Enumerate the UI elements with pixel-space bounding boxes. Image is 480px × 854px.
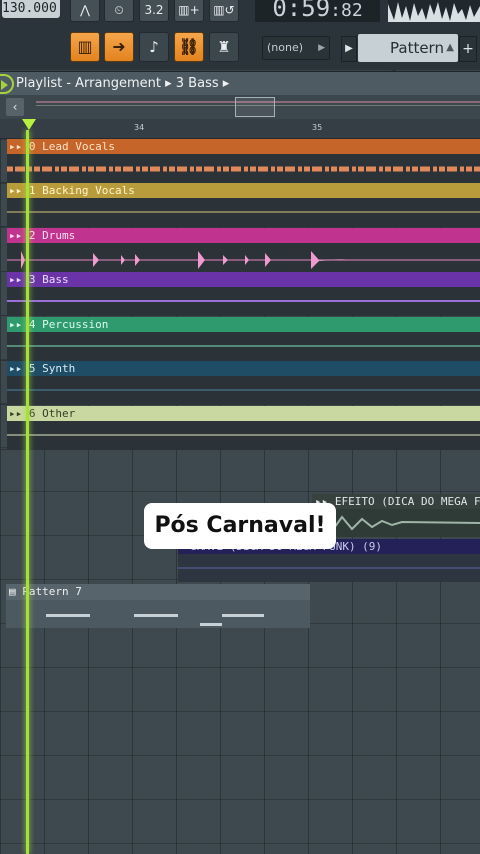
breadcrumb-item[interactable]: 3 Bass [176, 76, 219, 91]
audio-clip-body[interactable] [7, 332, 480, 361]
audio-clip-body[interactable] [7, 287, 480, 316]
arrow-right-icon[interactable]: ➜ [104, 32, 134, 62]
pattern-clip-body[interactable] [6, 600, 310, 628]
audio-clip-body[interactable] [7, 154, 480, 183]
pattern-note [200, 623, 222, 626]
clip-header[interactable]: ▸▸ 3 Bass [7, 272, 480, 287]
clip-header[interactable]: ▸▸ 2 Drums [7, 228, 480, 243]
clip-label: Pattern 7 [22, 585, 82, 598]
clip-label: EFEITO (DICA DO MEGA FUNK) [334, 495, 480, 508]
clip-header[interactable]: ▤ Pattern 7 [6, 584, 310, 600]
audio-clip-body[interactable] [7, 421, 480, 450]
track-lane[interactable]: ▸▸ 1 Backing Vocals [0, 183, 480, 227]
playlist-tracks[interactable]: ▸▸ 0 Lead Vocals ▸▸ 1 Backing Vocals ▸▸ … [0, 139, 480, 854]
clip-header[interactable]: ▸▸ 4 Percussion [7, 317, 480, 332]
video-caption: Pós Carnaval! [144, 503, 336, 549]
breadcrumb-arrow-icon: ▸ [165, 76, 172, 91]
audio-clip-body[interactable] [7, 198, 480, 227]
oscilloscope [388, 0, 480, 22]
main-toolbar: 130.000 ⋀ ⏲ 3.2 ▥+ ▥↺ 0:59:82 ▥ ➜ ♪ ⛓ ♜ … [0, 0, 480, 85]
clip-label: 0 Lead Vocals [28, 140, 115, 153]
clip-header[interactable]: ▸▸ 6 Other [7, 406, 480, 421]
clip-label: 4 Percussion [28, 318, 109, 331]
scroll-thumb[interactable] [235, 97, 275, 117]
clip-label: 1 Backing Vocals [28, 184, 135, 197]
pattern-note [222, 614, 264, 617]
brush-icon[interactable]: ♪ [139, 32, 169, 62]
playlist-header: Playlist - Arrangement ▸ 3 Bass ▸ [0, 71, 480, 95]
playlist-play-icon[interactable] [0, 74, 14, 94]
track-lane[interactable]: ▸▸ 0 Lead Vocals [0, 139, 480, 183]
pattern-stepper-icon: ▲ [446, 42, 454, 53]
audio-clip-body[interactable] [7, 376, 480, 405]
breadcrumb-arrow-icon: ▸ [222, 76, 230, 91]
tempo-display[interactable]: 130.000 [2, 0, 60, 18]
dropdown-arrow-icon: ▶ [318, 43, 325, 53]
audio-clip-body[interactable] [178, 554, 480, 582]
clip-label: 2 Drums [28, 229, 76, 242]
add-pattern-button[interactable]: + [459, 36, 477, 62]
track-lane[interactable]: ▸▸ 3 Bass [0, 272, 480, 316]
clip-label: 3 Bass [28, 273, 69, 286]
clip-header[interactable]: ▸▸ 1 Backing Vocals [7, 183, 480, 198]
tempo-tap-icon[interactable]: ▥↺ [209, 0, 239, 22]
chevron-left-icon[interactable]: ‹ [6, 98, 24, 116]
wave-peak-icon[interactable]: ⋀ [70, 0, 100, 22]
track-lane[interactable]: ▸▸ 5 Synth [0, 361, 480, 405]
playhead[interactable] [26, 130, 29, 854]
pattern-note [46, 614, 90, 617]
bar-number: 35 [312, 123, 323, 132]
metronome-icon[interactable]: ⏲ [104, 0, 134, 22]
bar-number: 34 [134, 123, 145, 132]
audio-clip-body[interactable] [311, 509, 480, 537]
breadcrumb: Playlist - Arrangement ▸ 3 Bass ▸ [16, 72, 229, 95]
step-add-icon[interactable]: ▥+ [174, 0, 204, 22]
clip-label: 6 Other [28, 407, 76, 420]
song-position-marker[interactable] [22, 119, 36, 130]
none-dropdown-label: (none) [267, 41, 304, 54]
none-dropdown[interactable]: (none) ▶ [262, 36, 330, 60]
pattern-selector[interactable]: Pattern 1 ▲ [358, 34, 458, 85]
timeline-ruler[interactable]: 34 35 [0, 119, 480, 139]
track-lane[interactable]: ▸▸ 4 Percussion [0, 317, 480, 361]
clip-header[interactable]: ▸▸ 0 Lead Vocals [7, 139, 480, 154]
track-lane[interactable]: ▸▸ 2 Drums [0, 228, 480, 272]
playlist-title: Playlist - Arrangement [16, 76, 161, 91]
pattern-prev-icon[interactable]: ▶ [341, 36, 357, 62]
horizontal-scrollbar[interactable]: ‹ [0, 95, 480, 119]
stamp-icon[interactable]: ♜ [209, 32, 239, 62]
clip-label: 5 Synth [28, 362, 76, 375]
song-time-display: 0:59:82 [255, 0, 380, 22]
track-lane[interactable]: ▸▸ 6 Other [0, 406, 480, 450]
clip-header[interactable]: ▸▸ EFEITO (DICA DO MEGA FUNK) [312, 494, 480, 509]
piano-roll-icon[interactable]: ▥ [70, 32, 100, 62]
clip-header[interactable]: ▸▸ 5 Synth [7, 361, 480, 376]
counter-icon[interactable]: 3.2 [139, 0, 169, 22]
link-icon[interactable]: ⛓ [174, 32, 204, 62]
audio-clip-body[interactable] [7, 243, 480, 272]
pattern-note [134, 614, 178, 617]
time-main: 0:59 [272, 0, 331, 22]
time-centiseconds: :82 [330, 0, 363, 21]
